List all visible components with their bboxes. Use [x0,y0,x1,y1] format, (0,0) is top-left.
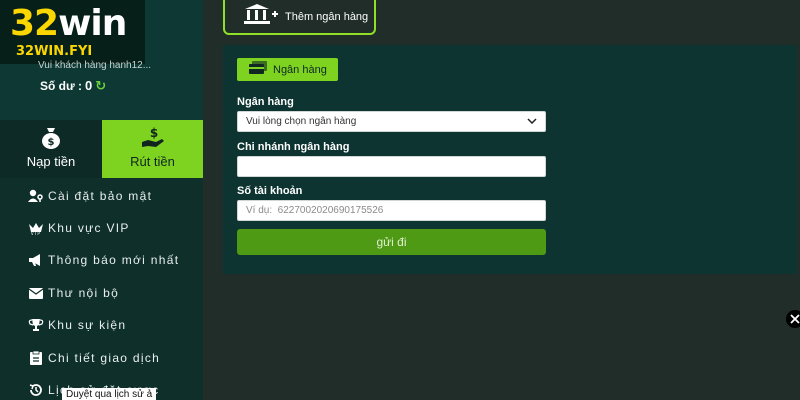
add-bank-button[interactable]: Thêm ngân hàng [223,0,376,35]
envelope-icon [28,285,44,301]
user-key-icon [28,188,44,204]
submit-button[interactable]: gửi đi [237,229,546,255]
tab-withdraw-label: Rút tiền [130,154,175,169]
sidebar: 32win 32WIN.FYI Vui khách hàng hanh12...… [0,0,203,400]
logo-wordmark: 32win [10,3,127,44]
megaphone-icon [28,252,44,268]
history-icon [28,382,44,398]
chevron-down-icon [527,116,537,127]
menu-item-transactions[interactable]: Chi tiết giao dịch [28,348,160,368]
close-icon[interactable] [786,310,800,328]
welcome-text: Vui khách hàng hanh12... [38,60,152,71]
menu-item-security[interactable]: Cài đặt bảo mật [28,186,152,206]
bank-form-card: Ngân hàng Ngân hàng Vui lòng chọn ngân h… [223,45,797,274]
svg-text:VIP: VIP [31,231,41,235]
vip-crown-icon: VIP [28,220,44,236]
account-number-label: Số tài khoản [237,185,303,197]
menu-item-inbox[interactable]: Thư nội bộ [28,283,119,303]
money-bag-icon: $ [0,126,102,155]
svg-text:$: $ [48,137,55,148]
tab-withdraw[interactable]: $ Rút tiền [102,120,203,178]
menu-item-label: Thông báo mới nhất [48,253,180,267]
bank-plus-icon [243,3,279,30]
svg-text:$: $ [149,126,157,140]
tab-deposit[interactable]: $ Nạp tiền [0,120,102,178]
menu-item-label: Chi tiết giao dịch [48,351,161,365]
balance-label: Số dư : [40,79,83,93]
menu-item-news[interactable]: Thông báo mới nhất [28,250,179,270]
bank-select[interactable]: Vui lòng chọn ngân hàng [237,111,546,132]
menu-item-label: Khu sự kiện [48,318,127,332]
account-number-input[interactable] [237,200,546,221]
menu-item-label: Thư nội bộ [48,286,120,300]
hand-coin-icon: $ [102,126,203,155]
bank-card-icon [249,60,267,79]
bank-select-value: Vui lòng chọn ngân hàng [246,116,357,127]
bank-chip-label: Ngân hàng [273,63,327,76]
tab-deposit-label: Nạp tiền [26,154,76,169]
balance-value: 0 [85,78,93,93]
logo-domain: 32WIN.FYI [16,44,93,59]
tooltip: Duyệt qua lịch sử ả [62,388,157,400]
refresh-icon[interactable]: ↻ [95,78,106,93]
branch-input[interactable] [237,156,546,177]
trophy-icon [28,317,44,333]
branch-label: Chi nhánh ngân hàng [237,141,350,153]
menu-item-label: Cài đặt bảo mật [48,189,153,203]
account-panel: 32win 32WIN.FYI Vui khách hàng hanh12...… [0,0,203,120]
menu-item-events[interactable]: Khu sự kiện [28,315,126,335]
balance-row: Số dư :0 ↻ [40,78,106,94]
bank-label: Ngân hàng [237,96,294,108]
bank-chip[interactable]: Ngân hàng [237,58,338,81]
menu-item-vip[interactable]: VIP Khu vực VIP [28,218,130,238]
menu-item-label: Khu vực VIP [48,221,130,235]
add-bank-label: Thêm ngân hàng [285,10,369,23]
clipboard-icon [28,350,44,366]
brand-logo[interactable]: 32win 32WIN.FYI [0,0,145,64]
